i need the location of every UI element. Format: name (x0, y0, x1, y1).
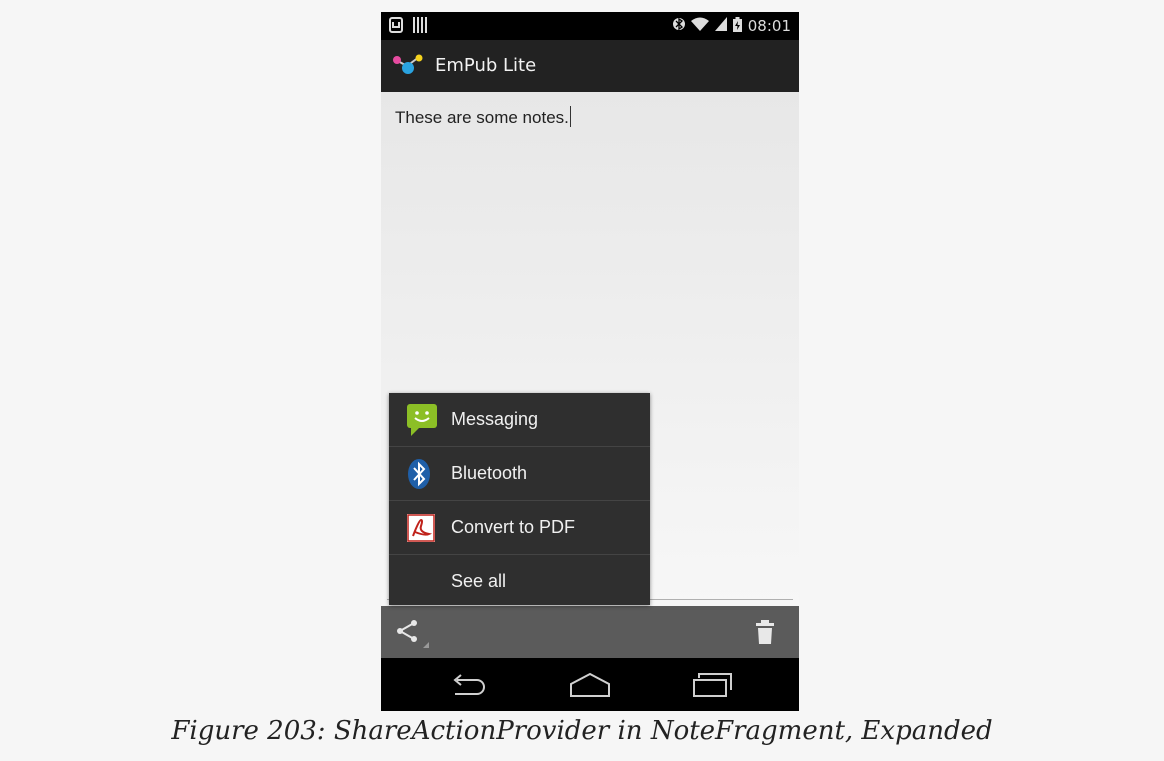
status-time: 08:01 (747, 17, 791, 35)
battery-icon (732, 16, 742, 36)
note-text: These are some notes. (395, 108, 569, 127)
bluetooth-icon (407, 458, 447, 490)
home-icon[interactable] (568, 672, 612, 702)
barcode-icon (413, 17, 427, 37)
share-option-label: Messaging (451, 409, 539, 429)
share-option-bluetooth[interactable]: Bluetooth (389, 447, 650, 501)
wifi-icon (690, 17, 709, 35)
share-option-convert-pdf[interactable]: Convert to PDF (389, 501, 650, 555)
pdf-icon (407, 513, 447, 542)
share-option-see-all[interactable]: See all (389, 555, 650, 608)
share-icon[interactable] (395, 618, 431, 648)
share-popup-menu: Messaging Bluetooth Convert to PDF See a… (389, 393, 650, 605)
share-option-label: Convert to PDF (451, 517, 576, 537)
messaging-icon (407, 403, 447, 436)
bluetooth-icon (672, 16, 685, 36)
back-icon[interactable] (447, 672, 491, 702)
split-action-bar (381, 606, 799, 658)
status-bar: 08:01 (381, 12, 799, 40)
app-logo-icon[interactable] (393, 54, 423, 80)
app-title: EmPub Lite (435, 55, 537, 76)
share-option-label: See all (451, 571, 507, 591)
trash-icon[interactable] (753, 619, 777, 645)
note-text-field[interactable]: These are some notes. (395, 106, 571, 128)
signal-icon (714, 17, 727, 35)
share-option-messaging[interactable]: Messaging (389, 393, 650, 447)
action-bar: EmPub Lite (381, 40, 799, 92)
recents-icon[interactable] (691, 672, 735, 702)
share-option-label: Bluetooth (451, 463, 528, 483)
figure-caption: Figure 203: ShareActionProvider in NoteF… (171, 716, 993, 746)
navigation-bar (381, 658, 799, 711)
text-cursor (569, 106, 571, 127)
usb-debug-icon (389, 17, 403, 37)
